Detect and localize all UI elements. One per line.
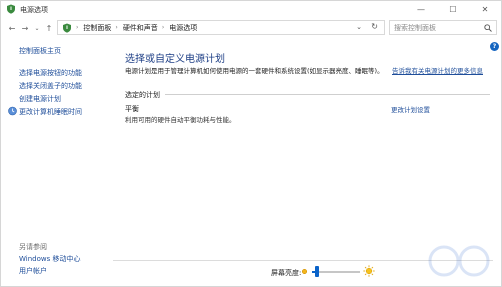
see-also-user-accounts[interactable]: 用户帐户 [19, 266, 47, 276]
see-also-heading: 另请参阅 [19, 243, 47, 251]
up-button[interactable]: ↑ [43, 22, 55, 34]
window-title: 电源选项 [20, 6, 48, 14]
refresh-button[interactable]: ↻ [371, 22, 378, 31]
sidebar-item-power-button[interactable]: 选择电源按钮的功能 [19, 68, 82, 78]
search-icon[interactable] [484, 24, 492, 32]
change-plan-settings-link[interactable]: 更改计划设置 [391, 104, 430, 114]
power-options-icon [7, 4, 15, 14]
title-bar: 电源选项 — ☐ ✕ [1, 1, 501, 17]
brightness-label: 屏幕亮度: [271, 269, 302, 277]
breadcrumb-separator: › [115, 24, 118, 31]
recent-locations-button[interactable]: ⌄ [31, 22, 43, 34]
see-also-windows-mobility-center[interactable]: Windows 移动中心 [19, 254, 80, 264]
forward-button[interactable]: → [19, 22, 31, 34]
section-divider [165, 94, 490, 95]
address-field[interactable]: › 控制面板 › 硬件和声音 › 电源选项 ⌄ ↻ [57, 20, 385, 35]
breadcrumb-hardware-sound[interactable]: 硬件和声音 [123, 23, 158, 33]
maximize-button[interactable]: ☐ [437, 1, 469, 17]
sidebar-home-link[interactable]: 控制面板主页 [19, 46, 61, 56]
left-nav-pane: 控制面板主页 选择电源按钮的功能 选择关闭盖子的功能 创建电源计划 更改计算机睡… [1, 37, 107, 287]
breadcrumb-control-panel[interactable]: 控制面板 [83, 23, 111, 33]
brightness-slider-track[interactable] [312, 271, 360, 273]
breadcrumb-power-options[interactable]: 电源选项 [169, 23, 197, 33]
power-options-window: 电源选项 — ☐ ✕ ← → ⌄ ↑ › 控制面板 › 硬件和声音 › 电源选项… [0, 0, 502, 287]
selected-plan-heading: 选定的计划 [125, 91, 160, 99]
control-panel-icon [63, 23, 71, 33]
address-dropdown-button[interactable]: ⌄ [356, 23, 362, 31]
watermark-logo [428, 245, 490, 277]
page-description: 电源计划是用于管理计算机如何使用电源的一套硬件和系统设置(如显示器亮度、睡眠等)… [125, 67, 384, 75]
help-icon[interactable]: ? [490, 42, 499, 51]
address-bar: ← → ⌄ ↑ › 控制面板 › 硬件和声音 › 电源选项 ⌄ ↻ [1, 19, 501, 37]
back-button[interactable]: ← [6, 22, 18, 34]
close-button[interactable]: ✕ [469, 1, 501, 17]
sidebar-item-lid-close[interactable]: 选择关闭盖子的功能 [19, 81, 82, 91]
breadcrumb-separator: › [76, 24, 79, 31]
search-input[interactable] [394, 22, 482, 33]
plan-name: 平衡 [125, 105, 139, 113]
sleep-time-icon [8, 106, 17, 116]
sidebar-item-sleep-time[interactable]: 更改计算机睡眠时间 [19, 107, 82, 117]
brightness-high-icon [363, 265, 375, 277]
search-box[interactable] [389, 20, 497, 35]
page-title: 选择或自定义电源计划 [125, 54, 225, 65]
power-plan-info-link[interactable]: 告诉我有关电源计划的更多信息 [392, 67, 490, 76]
window-controls: — ☐ ✕ [405, 1, 501, 17]
brightness-low-icon [301, 268, 308, 275]
plan-description: 利用可用的硬件自动平衡功耗与性能。 [125, 116, 236, 124]
sidebar-item-create-plan[interactable]: 创建电源计划 [19, 94, 61, 104]
minimize-button[interactable]: — [405, 1, 437, 17]
brightness-slider-thumb[interactable] [314, 266, 319, 277]
breadcrumb-separator: › [161, 24, 165, 31]
